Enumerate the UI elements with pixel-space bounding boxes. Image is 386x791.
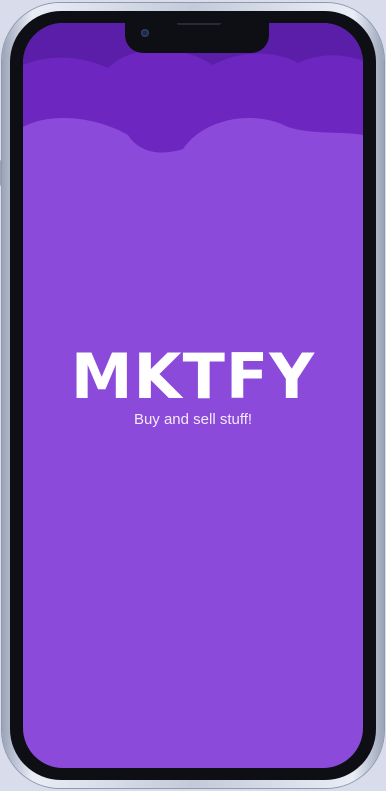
speaker-grille [177,23,221,25]
brand-logo: MKTFY [70,340,316,413]
notch [125,23,269,53]
splash-screen: MKTFY Buy and sell stuff! [23,23,363,768]
tagline: Buy and sell stuff! [133,411,253,428]
front-camera-icon [141,29,149,37]
device-mockup: MKTFY Buy and sell stuff! [0,0,386,791]
